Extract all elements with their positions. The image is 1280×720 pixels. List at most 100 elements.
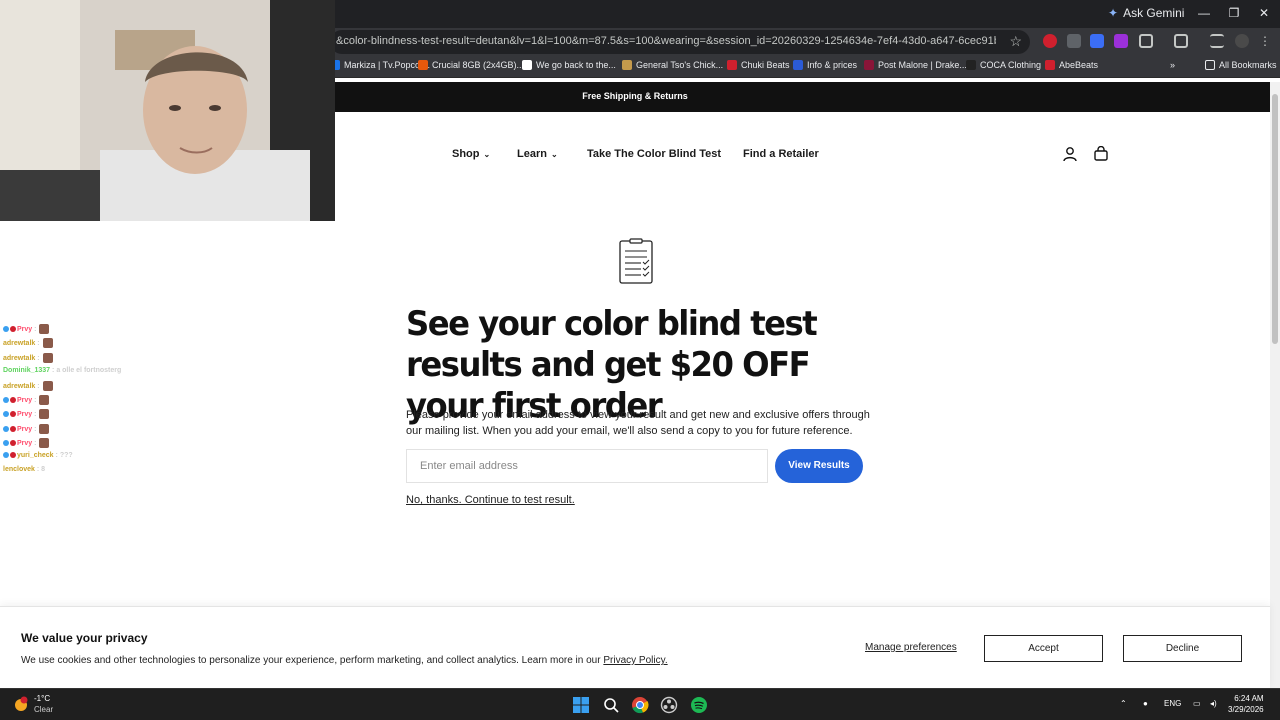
- chat-username[interactable]: Prvy: [17, 411, 32, 418]
- chat-text: :: [37, 340, 40, 348]
- minimize-icon[interactable]: —: [1194, 4, 1214, 22]
- avatar[interactable]: [1235, 34, 1249, 48]
- menu-icon[interactable]: ⋮: [1258, 34, 1272, 48]
- bookmark-item[interactable]: AbeBeats: [1045, 60, 1098, 70]
- extension-icon[interactable]: [1043, 34, 1057, 48]
- bookmark-item[interactable]: Markiza | Tv.Popcor...: [330, 60, 430, 70]
- chat-message: Prvy :: [3, 324, 50, 335]
- chat-badge-icon: [10, 411, 16, 418]
- chat-text: :: [34, 425, 37, 433]
- chat-username[interactable]: Dominik_1337: [3, 367, 50, 374]
- accept-button[interactable]: Accept: [984, 635, 1103, 662]
- ask-gemini-button[interactable]: ✦ Ask Gemini: [1108, 6, 1184, 20]
- chat-message: Prvy :: [3, 409, 50, 420]
- nav-learn[interactable]: Learn ⌄: [517, 148, 558, 160]
- chat-emote-icon: [39, 437, 50, 448]
- nav-find-retailer[interactable]: Find a Retailer: [743, 148, 819, 160]
- chat-username[interactable]: adrewtalk: [3, 383, 35, 390]
- chat-username[interactable]: Prvy: [17, 397, 32, 404]
- volume-icon[interactable]: ◂): [1210, 699, 1217, 708]
- chat-badge-icon: [3, 326, 9, 333]
- all-bookmarks[interactable]: All Bookmarks: [1205, 60, 1277, 70]
- puzzle-icon[interactable]: [1139, 34, 1153, 48]
- bookmark-favicon-icon: [622, 60, 632, 70]
- chrome-icon[interactable]: [631, 696, 649, 714]
- bookmark-item[interactable]: Post Malone | Drake...: [864, 60, 967, 70]
- chat-emote-icon: [39, 409, 50, 420]
- extension-icon[interactable]: [1067, 34, 1081, 48]
- nav-learn-label: Learn: [517, 148, 547, 160]
- bookmark-item[interactable]: Info & prices: [793, 60, 857, 70]
- network-icon[interactable]: ▭: [1193, 699, 1201, 708]
- url-text: &color-blindness-test-result=deutan&lv=1…: [336, 35, 996, 47]
- chat-badge-icon: [3, 452, 9, 459]
- chat-badge-icon: [10, 452, 16, 459]
- chat-username[interactable]: Prvy: [17, 440, 32, 447]
- chat-emote-icon: [39, 395, 50, 406]
- bookmark-label: Chuki Beats: [741, 60, 790, 70]
- chat-text: :: [34, 397, 37, 405]
- bookmark-label: We go back to the...: [536, 60, 616, 70]
- extension-icon[interactable]: [1114, 34, 1128, 48]
- bookmark-item[interactable]: General Tso's Chick...: [622, 60, 723, 70]
- chat-message: adrewtalk :: [3, 338, 53, 349]
- url-bar[interactable]: &color-blindness-test-result=deutan&lv=1…: [330, 30, 1030, 54]
- bookmark-item[interactable]: COCA Clothing: [966, 60, 1041, 70]
- webcam-overlay: [0, 0, 335, 221]
- extension-icon[interactable]: [1090, 34, 1104, 48]
- bookmark-favicon-icon: [864, 60, 874, 70]
- taskbar-clock[interactable]: 6:24 AM 3/29/2026: [1228, 693, 1264, 715]
- email-field[interactable]: [406, 449, 768, 483]
- no-thanks-link[interactable]: No, thanks. Continue to test result.: [406, 494, 575, 506]
- email-input[interactable]: [407, 450, 767, 482]
- account-icon[interactable]: [1062, 146, 1078, 162]
- restore-icon[interactable]: ❐: [1224, 4, 1244, 22]
- bookmark-star-icon[interactable]: ☆: [1009, 33, 1022, 50]
- nav-shop[interactable]: Shop ⌄: [452, 148, 490, 160]
- tray-chevron-up-icon[interactable]: ⌃: [1120, 699, 1127, 708]
- manage-preferences-link[interactable]: Manage preferences: [865, 642, 957, 653]
- cookie-text: We use cookies and other technologies to…: [21, 655, 668, 666]
- chat-username[interactable]: lenclovek: [3, 466, 35, 473]
- chat-username[interactable]: Prvy: [17, 326, 32, 333]
- page-scrollbar[interactable]: [1270, 82, 1280, 688]
- bookmark-item[interactable]: We go back to the...: [522, 60, 616, 70]
- chat-emote-icon: [42, 381, 53, 391]
- scrollbar-thumb[interactable]: [1272, 94, 1278, 344]
- chat-text: : 8: [36, 466, 46, 474]
- obs-icon[interactable]: [660, 696, 678, 714]
- privacy-policy-link[interactable]: Privacy Policy.: [603, 655, 667, 666]
- bookmarks-more[interactable]: »: [1170, 60, 1175, 70]
- chat-badge-icon: [3, 439, 9, 446]
- chat-username[interactable]: adrewtalk: [3, 354, 35, 361]
- language-indicator[interactable]: ENG: [1164, 699, 1181, 708]
- view-results-button[interactable]: View Results: [775, 449, 863, 483]
- chat-badge-icon: [10, 397, 16, 404]
- chevron-down-icon: ⌄: [550, 149, 558, 159]
- chat-message: adrewtalk :: [3, 381, 53, 391]
- bookmark-item[interactable]: Crucial 8GB (2x4GB)...: [418, 60, 524, 70]
- cookie-title: We value your privacy: [21, 631, 148, 645]
- chat-text: : a olle el fortnosterg: [52, 366, 122, 374]
- microphone-icon[interactable]: ●: [1143, 699, 1148, 708]
- bookmark-favicon-icon: [966, 60, 976, 70]
- bookmark-item[interactable]: Chuki Beats: [727, 60, 790, 70]
- nav-color-blind-test[interactable]: Take The Color Blind Test: [587, 148, 721, 160]
- chat-username[interactable]: adrewtalk: [3, 340, 35, 347]
- chat-message: Prvy :: [3, 395, 50, 406]
- decline-button[interactable]: Decline: [1123, 635, 1242, 662]
- tab-search-icon[interactable]: [1174, 34, 1188, 48]
- spotify-icon[interactable]: [690, 696, 708, 714]
- close-icon[interactable]: ✕: [1254, 4, 1274, 22]
- folder-icon: [1205, 60, 1215, 70]
- chat-username[interactable]: Prvy: [17, 425, 32, 432]
- start-icon[interactable]: [572, 696, 590, 714]
- nav-shop-label: Shop: [452, 148, 480, 160]
- chat-username[interactable]: yuri_check: [17, 452, 54, 459]
- cart-icon[interactable]: [1093, 146, 1109, 162]
- weather-icon[interactable]: [12, 695, 30, 713]
- search-icon[interactable]: [602, 696, 620, 714]
- cookie-body: We use cookies and other technologies to…: [21, 655, 601, 666]
- reading-list-icon[interactable]: [1210, 34, 1224, 48]
- chat-emote-icon: [39, 324, 50, 335]
